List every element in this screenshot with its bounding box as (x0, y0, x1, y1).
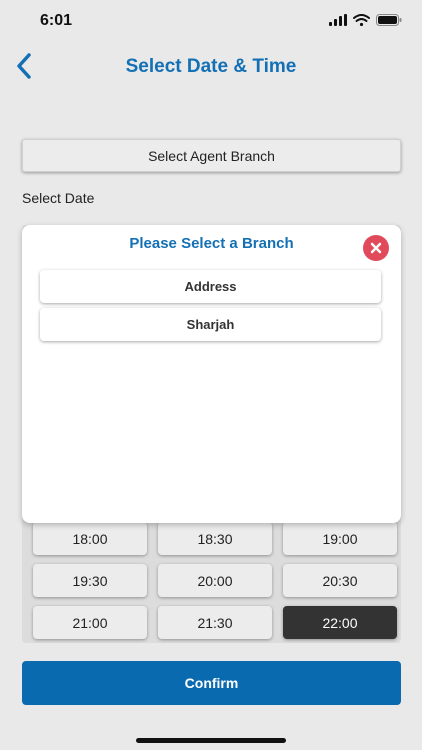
time-slot[interactable]: 21:30 (158, 606, 272, 639)
home-indicator (136, 738, 286, 743)
time-slot[interactable]: 20:00 (158, 564, 272, 597)
time-slot[interactable]: 21:00 (33, 606, 147, 639)
status-time: 6:01 (40, 12, 73, 29)
branch-option-sharjah[interactable]: Sharjah (40, 308, 381, 341)
modal-title: Please Select a Branch (129, 235, 294, 252)
time-slot[interactable]: 19:00 (283, 522, 397, 555)
status-icons (329, 14, 402, 26)
time-slot[interactable]: 18:30 (158, 522, 272, 555)
time-slot[interactable]: 18:00 (33, 522, 147, 555)
branch-option-address[interactable]: Address (40, 270, 381, 303)
wifi-icon (353, 14, 370, 26)
branch-select-modal: Please Select a Branch Address Sharjah (22, 225, 401, 523)
select-date-label: Select Date (22, 190, 95, 206)
select-agent-branch-button[interactable]: Select Agent Branch (22, 139, 401, 172)
signal-icon (329, 14, 347, 26)
time-slot[interactable]: 20:30 (283, 564, 397, 597)
page-title: Select Date & Time (125, 56, 297, 77)
time-slot[interactable]: 22:00 (283, 606, 397, 639)
status-bar: 6:01 (0, 0, 422, 44)
battery-icon (376, 14, 402, 26)
confirm-button[interactable]: Confirm (22, 661, 401, 705)
modal-close-button[interactable] (363, 235, 389, 261)
time-slot[interactable]: 19:30 (33, 564, 147, 597)
nav-bar: Select Date & Time (0, 44, 422, 90)
close-icon (370, 242, 382, 254)
